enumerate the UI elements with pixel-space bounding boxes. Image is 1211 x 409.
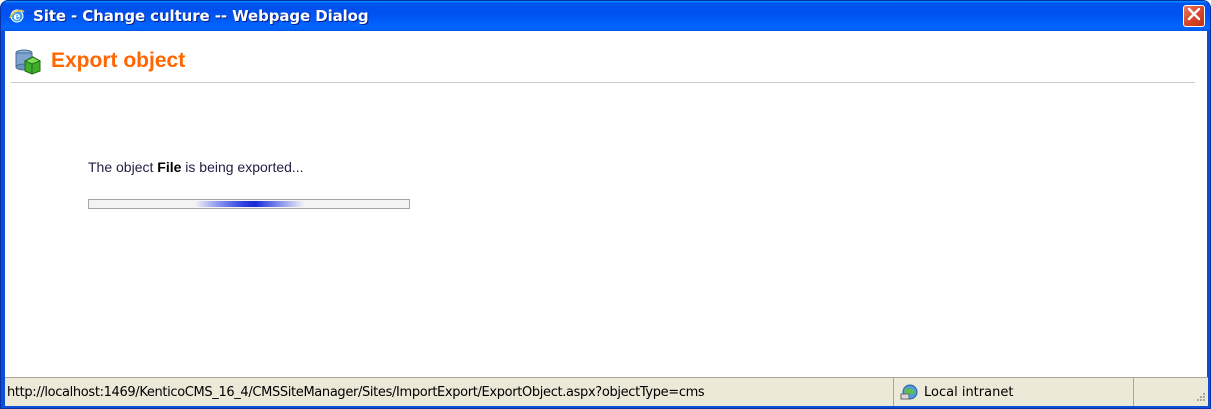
status-bar: http://localhost:1469/KenticoCMS_16_4/CM… — [5, 377, 1208, 406]
zone-label: Local intranet — [924, 384, 1014, 400]
export-object-icon — [13, 47, 42, 75]
status-url: http://localhost:1469/KenticoCMS_16_4/CM… — [5, 378, 894, 406]
close-icon — [1187, 7, 1201, 26]
dialog-content: Export object The object File is being e… — [5, 31, 1207, 406]
page-title: Export object — [51, 48, 186, 72]
export-status-message: The object File is being exported... — [88, 159, 304, 175]
progress-marquee — [195, 201, 304, 207]
window-title: Site - Change culture -- Webpage Dialog — [33, 7, 369, 25]
dialog-window: e Site - Change culture -- Webpage Dialo… — [0, 0, 1211, 409]
title-bar[interactable]: e Site - Change culture -- Webpage Dialo… — [1, 1, 1210, 31]
message-suffix: is being exported... — [181, 159, 304, 175]
status-blank-pane — [1134, 378, 1208, 406]
object-name: File — [157, 159, 182, 175]
security-zone[interactable]: Local intranet — [894, 378, 1134, 406]
close-button[interactable] — [1183, 5, 1205, 27]
page-header: Export object — [11, 39, 1195, 83]
ie-icon: e — [9, 8, 25, 24]
local-intranet-icon — [900, 383, 920, 401]
resize-grip-icon[interactable] — [1194, 392, 1206, 404]
progress-bar — [88, 199, 410, 209]
message-prefix: The object — [88, 159, 158, 175]
